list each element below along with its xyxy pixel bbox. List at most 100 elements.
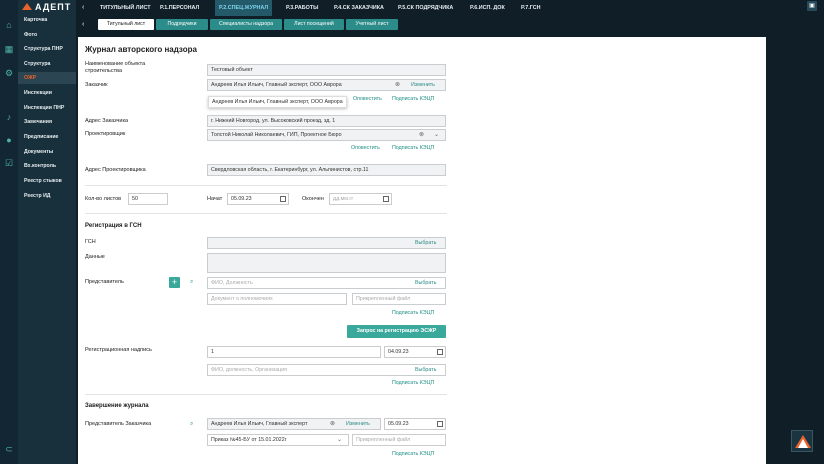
paperclip-icon[interactable]: ⌕ [190,277,193,287]
brand-logo: АДЕПТ [22,1,76,13]
sidebar-item-pnr-inspections[interactable]: Инспекции ПНР [18,102,76,114]
customer-address-field[interactable]: г. Нижний Новгород, ул. Высоковский прое… [207,115,446,127]
change-customer-button[interactable]: Изменить [411,80,435,90]
designer-field[interactable]: Толстой Николай Николаевич, ГИП, Проектн… [207,129,446,141]
customer-label: Заказчик [85,82,108,88]
sign-close-link[interactable]: Подписать КЭЦП [392,451,434,458]
building-icon[interactable]: ▦ [4,44,14,54]
divider [85,394,447,395]
end-label: Окончен [302,196,324,202]
checklist-icon[interactable]: ☑ [4,158,14,168]
subtab-supervision-specialists[interactable]: Специалисты надзора [210,19,282,30]
logo-icon [22,3,32,11]
chevron-left-icon[interactable]: ‹ [82,4,84,11]
registration-number-field[interactable]: 1 [207,346,381,358]
user-icon[interactable]: ● [4,135,14,145]
gear-icon[interactable]: ⚙ [4,68,14,78]
esign-register-button[interactable]: Запрос на регистрацию ЭСЖР [347,325,446,338]
chevron-down-icon[interactable]: ⌄ [434,130,439,140]
tab-customer-sc[interactable]: Р.4.СК ЗАКАЗЧИКА [334,0,384,16]
window-icon[interactable]: ▣ [807,1,817,11]
sign-representative-link[interactable]: Подписать КЭЦП [392,310,434,317]
gsn-section-title: Регистрация в ГСН [85,223,142,229]
calendar-icon[interactable] [437,349,443,355]
subtab-visits-sheet[interactable]: Лист посещений [284,19,344,30]
sidebar-item-pnr-structure[interactable]: Структура ПНР [18,43,76,55]
designer-address-field[interactable]: Свердловская область, г. Екатеринбург, у… [207,164,446,176]
gsn-select-button[interactable]: Выбрать [415,238,436,248]
sidebar-item-ozhr[interactable]: ОЖР [18,72,76,84]
representative-label: Представитель [85,279,124,285]
object-field[interactable]: Тестовый объект [207,64,446,76]
close-section-title: Завершение журнала [85,403,149,409]
sidebar-item-prescription[interactable]: Предписание [18,131,76,143]
notify-customer-link[interactable]: Оповестить [353,96,382,103]
calendar-icon[interactable] [383,196,389,202]
registration-select-button[interactable]: Выбрать [415,365,436,375]
tab-exec-docs[interactable]: Р.6.ИСП. ДОК [470,0,505,16]
gsn-label: ГСН [85,239,96,245]
clear-icon[interactable]: ⊗ [330,419,335,429]
order-field[interactable]: Приказ №45-БУ от 15.01.2022г [207,434,349,446]
sidebar-item-inspections[interactable]: Инспекции [18,87,76,99]
registration-label: Регистрационная надпись [85,347,152,353]
sign-registration-link[interactable]: Подписать КЭЦП [392,380,434,387]
subtab-contractors[interactable]: Подрядчики [156,19,208,30]
customer-address-label: Адрес Заказчика [85,118,129,124]
top-navigation: ‹ ТИТУЛЬНЫЙ ЛИСТ Р.1.ПЕРСОНАЛ Р.2.СПЕЦ.Ж… [76,0,824,16]
collapse-icon[interactable]: ⊂ [4,444,14,454]
designer-value: Толстой Николай Николаевич, ГИП, Проектн… [211,132,342,138]
subtab-accounting-sheet[interactable]: Учетный лист [346,19,398,30]
attached-file-field[interactable]: Прикрепленный файл [352,293,446,305]
customer-value: Андреев Илья Ильич, Главный эксперт, ООО… [211,82,342,88]
icon-rail: ⌂ ▦ ⚙ ♪ ● ☑ ⊂ [0,0,18,464]
sheets-field[interactable]: 50 [128,193,168,205]
authority-doc-field[interactable]: Документ о полномочиях [207,293,347,305]
paperclip-icon[interactable]: ⌕ [190,419,193,429]
tab-personnel[interactable]: Р.1.ПЕРСОНАЛ [160,0,199,16]
representative-field[interactable]: ФИО, Должность [207,277,446,289]
home-icon[interactable]: ⌂ [4,20,14,30]
sidebar-item-structure[interactable]: Структура [18,58,76,70]
calendar-icon[interactable] [280,196,286,202]
chevron-down-icon[interactable]: ⌄ [337,435,342,445]
bell-icon[interactable]: ♪ [4,112,14,122]
tab-special-journal[interactable]: Р.2.СПЕЦ.ЖУРНАЛ [215,0,273,16]
close-representative-label: Представитель Заказчика [85,421,152,427]
brand-badge [791,430,813,452]
page-title: Журнал авторского надзора [85,45,197,54]
gsn-field[interactable] [207,237,446,249]
data-textarea[interactable] [207,253,446,273]
registration-person-field[interactable]: ФИО, должность, Организация [207,364,446,376]
sidebar-item-remarks[interactable]: Замечания [18,116,76,128]
subtab-title-page[interactable]: Титульный лист [98,19,154,30]
divider [85,185,447,186]
divider [85,213,447,214]
representative-select-button[interactable]: Выбрать [415,278,436,288]
sidebar-item-card[interactable]: Карточка [18,14,76,26]
sidebar-item-id-registry[interactable]: Реестр ИД [18,190,76,202]
clear-icon[interactable]: ⊗ [419,130,424,140]
brand-badge-icon [795,435,811,448]
clear-icon[interactable]: ⊗ [395,80,400,90]
designer-address-label: Адрес Проектировщика [85,167,146,173]
sheets-label: Кол-во листов [85,196,122,202]
sidebar-item-photo[interactable]: Фото [18,29,76,41]
add-representative-button[interactable]: + [169,277,180,288]
calendar-icon[interactable] [437,421,443,427]
object-label: Наименование объекта строительства [85,61,146,74]
sign-designer-link[interactable]: Подписать КЭЦП [392,145,434,152]
sidebar-item-incoming-control[interactable]: Вх.контроль [18,160,76,172]
close-attached-file-field[interactable]: Прикрепленный файл [352,434,446,446]
sidebar-item-joints-registry[interactable]: Реестр стыков [18,175,76,187]
sidebar-item-documents[interactable]: Документы [18,146,76,158]
change-close-representative-button[interactable]: Изменить [346,419,370,429]
tab-contractor-sc[interactable]: Р.5.СК ПОДРЯДЧИКА [398,0,453,16]
tab-title-page[interactable]: ТИТУЛЬНЫЙ ЛИСТ [100,0,151,16]
notify-designer-link[interactable]: Оповестить [351,145,380,152]
chevron-left-icon[interactable]: ‹ [82,21,84,28]
sign-customer-link[interactable]: Подписать КЭЦП [392,96,434,103]
tab-works[interactable]: Р.3.РАБОТЫ [286,0,318,16]
customer-tooltip: Андреев Илья Ильич, Главный эксперт, ООО… [208,96,347,108]
tab-gsn[interactable]: Р.7.ГСН [521,0,541,16]
